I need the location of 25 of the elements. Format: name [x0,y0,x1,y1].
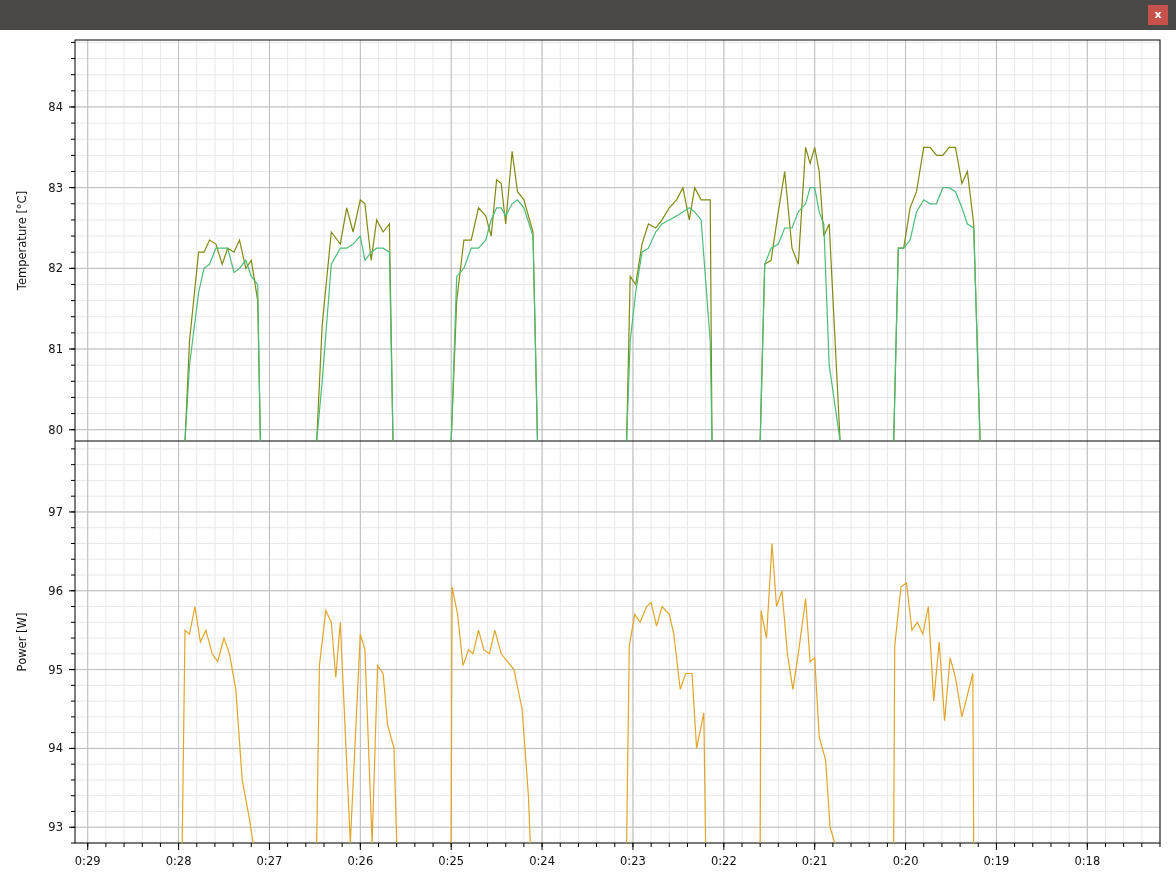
axis-tick-label: 0:24 [529,854,555,868]
axis-tick-label: 81 [48,342,63,356]
close-button[interactable]: x [1148,5,1168,25]
axis-tick-label: 84 [48,99,63,114]
axis-tick-label: 83 [48,180,63,195]
axis-tick-label: 0:22 [710,854,737,868]
axis-tick-label: 80 [48,422,63,437]
axis-tick-label: 0:21 [801,854,828,868]
axis-tick-label: 0:25 [438,854,465,868]
axis-title: Temperature [°C] [15,190,29,291]
axis-tick-label: 96 [48,583,63,598]
axis-tick-label: 0:27 [256,854,283,868]
axis-title: Power [W] [15,612,29,672]
axis-tick-label: 0:26 [347,854,374,868]
axis-tick-label: 82 [48,261,63,276]
axis-tick-label: 97 [48,504,63,519]
axis-tick-label: 0:28 [165,854,192,868]
axis-tick-label: 93 [48,820,63,835]
axis-tick-label: 0:20 [892,854,919,868]
axis-tick-label: 0:29 [74,854,101,868]
axis-tick-label: 0:19 [983,854,1010,868]
axis-tick-label: 95 [48,662,63,677]
axis-tick-label: 0:18 [1074,854,1101,868]
axis-tick-label: 94 [48,741,63,756]
axis-tick-label: 0:23 [620,854,646,868]
